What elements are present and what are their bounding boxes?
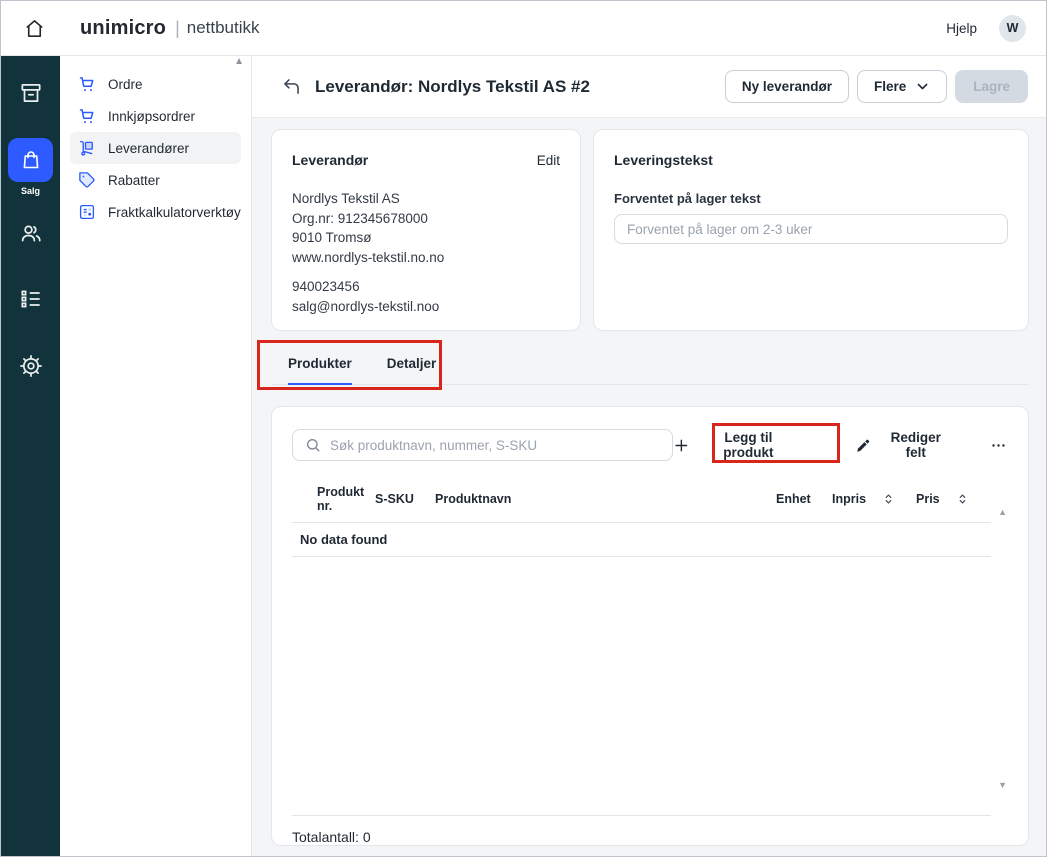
- help-link[interactable]: Hjelp: [946, 21, 977, 36]
- empty-state-message: No data found: [292, 523, 991, 557]
- back-button[interactable]: [280, 76, 302, 98]
- sidebar-item-freight-calculator[interactable]: Fraktkalkulatorverktøy: [70, 196, 241, 228]
- page-title: Leverandør: Nordlys Tekstil AS #2: [315, 77, 590, 97]
- sidebar-item-label: Rabatter: [108, 173, 160, 188]
- supplier-contact: 940023456 salg@nordlys-tekstil.noo: [292, 277, 560, 316]
- total-count: Totalantall: 0: [292, 816, 1008, 845]
- brand-name: unimicro: [80, 17, 166, 40]
- pencil-icon: [856, 438, 871, 453]
- home-icon: [23, 17, 46, 40]
- sidebar-item-purchase-orders[interactable]: Innkjøpsordrer: [70, 100, 241, 132]
- supplier-address: Nordlys Tekstil AS Org.nr: 912345678000 …: [292, 189, 560, 267]
- sales-sidebar: ▲ Ordre Innkjøpsordrer Leverandører Raba…: [60, 56, 252, 856]
- sidebar-scroll-up-icon[interactable]: ▲: [234, 57, 244, 67]
- sidebar-item-label: Leverandører: [108, 141, 189, 156]
- primary-nav-rail: Salg: [1, 56, 60, 856]
- product-search: [292, 429, 673, 461]
- products-table-header: Produkt nr. S-SKU Produktnavn Enhet Inpr…: [292, 485, 991, 523]
- table-scroll-down-icon[interactable]: ▼: [998, 781, 1007, 790]
- column-unit[interactable]: Enhet: [776, 492, 832, 506]
- tag-icon: [78, 171, 96, 189]
- sort-icon[interactable]: [957, 492, 968, 506]
- supplier-card-title: Leverandør: [292, 152, 368, 168]
- supplier-city: 9010 Tromsø: [292, 228, 560, 248]
- more-options-button[interactable]: [988, 435, 1008, 455]
- expected-stock-label: Forventet på lager tekst: [614, 191, 1008, 206]
- tab-products[interactable]: Produkter: [288, 331, 352, 385]
- app-window: unimicro | nettbutikk Hjelp W Salg: [0, 0, 1047, 857]
- more-button[interactable]: Flere: [857, 70, 947, 103]
- main-area: Leverandør: Nordlys Tekstil AS #2 Ny lev…: [252, 56, 1046, 856]
- sidebar-item-label: Fraktkalkulatorverktøy: [108, 205, 241, 220]
- brand-suffix: nettbutikk: [187, 18, 260, 38]
- supplier-email: salg@nordlys-tekstil.noo: [292, 297, 560, 317]
- edit-fields-label: Rediger felt: [879, 430, 952, 460]
- ellipsis-icon: [990, 437, 1007, 454]
- column-product-name[interactable]: Produktnavn: [435, 492, 776, 506]
- brand-divider: |: [175, 18, 180, 39]
- brand-logo: unimicro | nettbutikk: [80, 17, 260, 40]
- rail-item-archive[interactable]: [18, 80, 44, 106]
- supplier-edit-link[interactable]: Edit: [537, 153, 560, 168]
- more-button-label: Flere: [874, 79, 906, 94]
- hand-truck-icon: [78, 139, 96, 157]
- add-product-button[interactable]: Legg til produkt: [673, 430, 799, 460]
- topbar: unimicro | nettbutikk Hjelp W: [1, 1, 1046, 56]
- sidebar-item-discounts[interactable]: Rabatter: [70, 164, 241, 196]
- list-icon: [18, 286, 44, 312]
- rail-item-sales[interactable]: [8, 138, 53, 182]
- supplier-name: Nordlys Tekstil AS: [292, 189, 560, 209]
- page-header: Leverandør: Nordlys Tekstil AS #2 Ny lev…: [252, 56, 1046, 118]
- supplier-website: www.nordlys-tekstil.no.no: [292, 248, 560, 268]
- new-supplier-button[interactable]: Ny leverandør: [725, 70, 849, 103]
- column-cost-price[interactable]: Inpris: [832, 492, 916, 506]
- home-button[interactable]: [21, 15, 47, 41]
- delivery-text-card: Leveringstekst Forventet på lager tekst: [593, 129, 1029, 331]
- edit-fields-button[interactable]: Rediger felt: [856, 430, 953, 460]
- cart-icon: [78, 75, 96, 93]
- rail-item-customers[interactable]: [18, 220, 44, 246]
- column-price[interactable]: Pris: [916, 492, 991, 506]
- search-icon: [305, 437, 321, 453]
- tab-bar: Produkter Detaljer: [271, 331, 1029, 385]
- rail-item-lists[interactable]: [18, 286, 44, 312]
- back-arrow-icon: [281, 76, 302, 97]
- supplier-card: Leverandør Edit Nordlys Tekstil AS Org.n…: [271, 129, 581, 331]
- supplier-phone: 940023456: [292, 277, 560, 297]
- plus-icon: [673, 437, 690, 454]
- user-avatar[interactable]: W: [999, 15, 1026, 42]
- table-scroll-up-icon[interactable]: ▲: [998, 508, 1007, 517]
- calculator-icon: [78, 203, 96, 221]
- sort-icon[interactable]: [883, 492, 894, 506]
- page-content: Leverandør Edit Nordlys Tekstil AS Org.n…: [252, 118, 1046, 856]
- shopping-bag-icon: [19, 148, 43, 172]
- add-product-label: Legg til produkt: [698, 430, 798, 460]
- products-panel: Legg til produkt Rediger felt Produkt nr…: [271, 406, 1029, 846]
- column-s-sku[interactable]: S-SKU: [375, 492, 435, 506]
- archive-icon: [18, 80, 44, 106]
- sidebar-item-label: Ordre: [108, 77, 143, 92]
- sidebar-item-suppliers[interactable]: Leverandører: [70, 132, 241, 164]
- gear-icon: [18, 353, 44, 379]
- product-search-input[interactable]: [330, 438, 660, 453]
- sidebar-item-label: Innkjøpsordrer: [108, 109, 195, 124]
- tab-details[interactable]: Detaljer: [387, 331, 437, 385]
- sidebar-item-orders[interactable]: Ordre: [70, 68, 241, 100]
- delivery-card-title: Leveringstekst: [614, 152, 713, 168]
- supplier-orgnr: Org.nr: 912345678000: [292, 209, 560, 229]
- users-icon: [18, 220, 44, 246]
- save-button[interactable]: Lagre: [955, 70, 1028, 103]
- rail-item-sales-label: Salg: [21, 186, 40, 196]
- rail-item-settings[interactable]: [18, 353, 44, 379]
- chevron-down-icon: [915, 79, 930, 94]
- column-product-number[interactable]: Produkt nr.: [292, 485, 375, 513]
- expected-stock-input[interactable]: [614, 214, 1008, 244]
- cart-icon: [78, 107, 96, 125]
